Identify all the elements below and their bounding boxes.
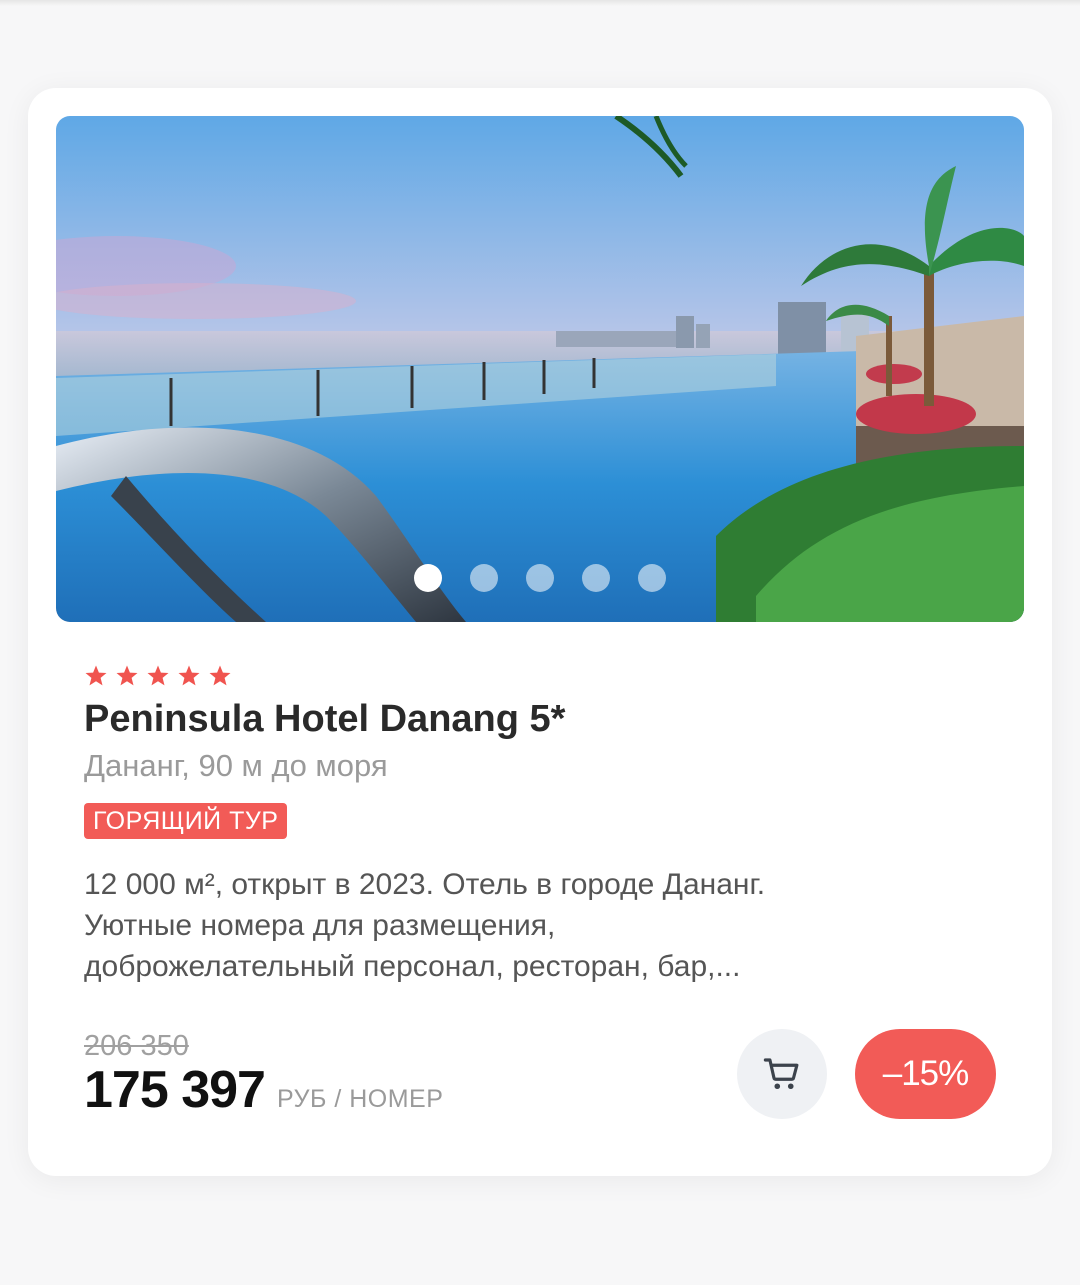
star-rating: [84, 664, 232, 688]
gallery-dot-1[interactable]: [414, 564, 442, 592]
price-unit: РУБ / НОМЕР: [276, 1085, 444, 1113]
gallery-dot-3[interactable]: [526, 564, 554, 592]
description-line: доброжелательный персонал, ресторан, бар…: [84, 950, 741, 983]
gallery-dot-5[interactable]: [638, 564, 666, 592]
star-icon: [209, 665, 231, 686]
gallery-dot-4[interactable]: [582, 564, 610, 592]
price-row: 175 397 РУБ / НОМЕР: [84, 1060, 443, 1120]
add-to-cart-button[interactable]: [737, 1029, 827, 1119]
gallery-pagination: [56, 564, 1024, 592]
old-price: 206 350: [84, 1030, 189, 1062]
description-line: 12 000 м², открыт в 2023. Отель в городе…: [84, 868, 766, 901]
hotel-location: Дананг, 90 м до моря: [84, 748, 388, 783]
top-edge: [0, 0, 1080, 6]
star-icon: [116, 665, 138, 686]
hotel-description: 12 000 м², открыт в 2023. Отель в городе…: [84, 864, 964, 987]
star-icon: [147, 665, 169, 686]
hot-tour-badge: ГОРЯЩИЙ ТУР: [84, 803, 288, 839]
star-icon: [85, 665, 107, 686]
description-line: Уютные номера для размещения,: [84, 909, 556, 942]
hotel-photo[interactable]: [56, 116, 1024, 622]
hotel-title[interactable]: Peninsula Hotel Danang 5*: [84, 698, 565, 741]
discount-button[interactable]: –15%: [855, 1029, 996, 1119]
cart-icon: [763, 1058, 799, 1090]
hotel-card[interactable]: Peninsula Hotel Danang 5* Дананг, 90 м д…: [28, 88, 1052, 1176]
star-icon: [178, 665, 200, 686]
pool-photo-illustration: [56, 116, 1024, 622]
gallery-dot-2[interactable]: [470, 564, 498, 592]
current-price: 175 397: [84, 1061, 266, 1119]
